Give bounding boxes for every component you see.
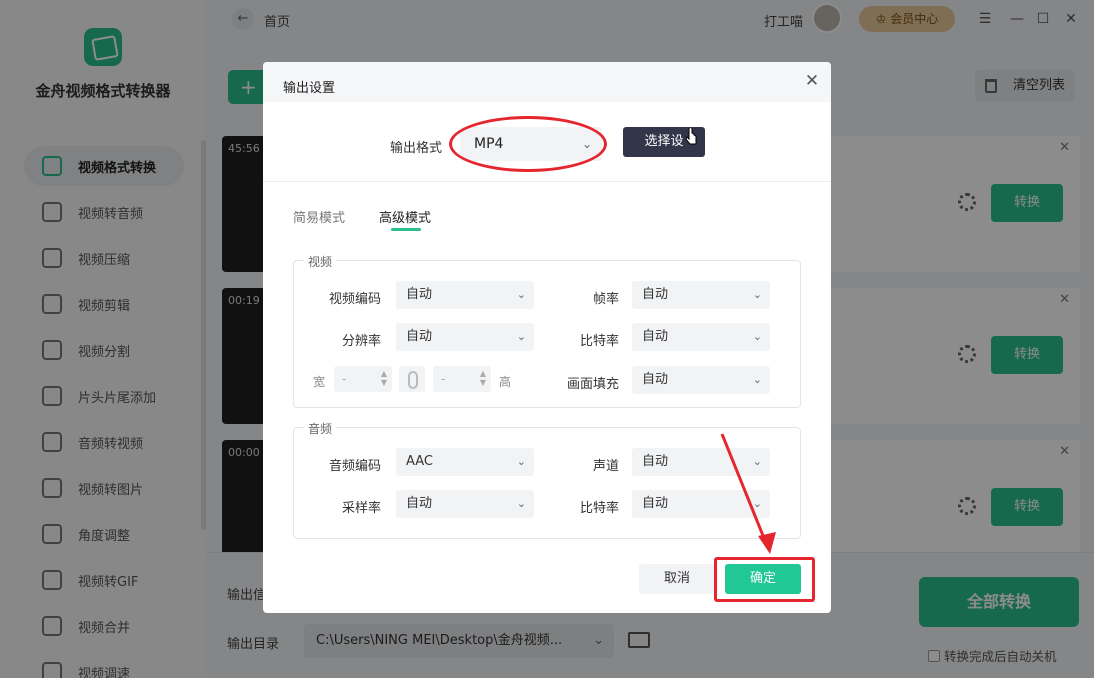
channel-value: 自动 <box>642 454 669 469</box>
video-codec-label: 视频编码 <box>328 292 381 307</box>
chevron-down-icon: ⌄ <box>516 288 526 301</box>
chevron-down-icon: ⌄ <box>516 497 526 510</box>
audio-codec-value: AAC <box>406 454 433 469</box>
dialog-title: 输出设置 <box>283 81 336 96</box>
framerate-value: 自动 <box>642 287 669 302</box>
annotation-ellipse <box>449 116 607 172</box>
chevron-down-icon: ⌄ <box>516 330 526 343</box>
close-icon[interactable]: ✕ <box>801 70 823 92</box>
annotation-arrow-icon <box>720 433 776 554</box>
audio-bitrate-value: 自动 <box>642 496 669 511</box>
audio-group-legend: 音频 <box>304 420 337 437</box>
active-tab-underline <box>391 228 421 231</box>
fill-mode-label: 画面填充 <box>566 377 619 392</box>
stepper-arrows-icon[interactable]: ▲ ▼ <box>381 369 387 387</box>
tab-advanced-mode[interactable]: 高级模式 <box>379 207 431 226</box>
width-label: 宽 <box>313 375 326 389</box>
width-value: - <box>342 372 347 386</box>
samplerate-label: 采样率 <box>341 501 381 516</box>
samplerate-select[interactable]: 自动 ⌄ <box>396 490 534 518</box>
resolution-value: 自动 <box>406 329 433 344</box>
video-bitrate-select[interactable]: 自动 ⌄ <box>632 323 770 351</box>
audio-codec-select[interactable]: AAC ⌄ <box>396 448 534 476</box>
height-value: - <box>441 372 446 386</box>
resolution-label: 分辨率 <box>341 334 381 349</box>
samplerate-value: 自动 <box>406 496 433 511</box>
chevron-down-icon: ⌄ <box>516 455 526 468</box>
dialog-header: 输出设置 ✕ <box>263 62 831 102</box>
framerate-select[interactable]: 自动 ⌄ <box>632 281 770 309</box>
hand-cursor-icon <box>685 128 697 145</box>
video-bitrate-label: 比特率 <box>579 334 619 349</box>
chevron-down-icon: ⌄ <box>752 330 762 343</box>
tab-simple-mode[interactable]: 简易模式 <box>293 207 345 226</box>
chevron-down-icon: ⌄ <box>752 288 762 301</box>
framerate-label: 帧率 <box>592 292 619 307</box>
video-codec-value: 自动 <box>406 287 433 302</box>
chevron-down-icon: ⌄ <box>752 373 762 386</box>
format-label: 输出格式 <box>390 141 443 156</box>
audio-codec-label: 音频编码 <box>328 459 381 474</box>
height-input[interactable]: - ▲ ▼ <box>433 366 491 392</box>
width-input[interactable]: - ▲ ▼ <box>334 366 392 392</box>
height-label: 高 <box>499 375 512 389</box>
channel-label: 声道 <box>592 459 619 474</box>
annotation-rectangle <box>714 557 815 602</box>
stepper-arrows-icon[interactable]: ▲ ▼ <box>480 369 486 387</box>
audio-bitrate-label: 比特率 <box>579 501 619 516</box>
resolution-select[interactable]: 自动 ⌄ <box>396 323 534 351</box>
video-group-legend: 视频 <box>304 253 337 270</box>
fill-mode-value: 自动 <box>642 372 669 387</box>
link-aspect-icon[interactable] <box>399 366 425 392</box>
cancel-button[interactable]: 取消 <box>639 564 715 594</box>
video-bitrate-value: 自动 <box>642 329 669 344</box>
fill-mode-select[interactable]: 自动 ⌄ <box>632 366 770 394</box>
video-codec-select[interactable]: 自动 ⌄ <box>396 281 534 309</box>
